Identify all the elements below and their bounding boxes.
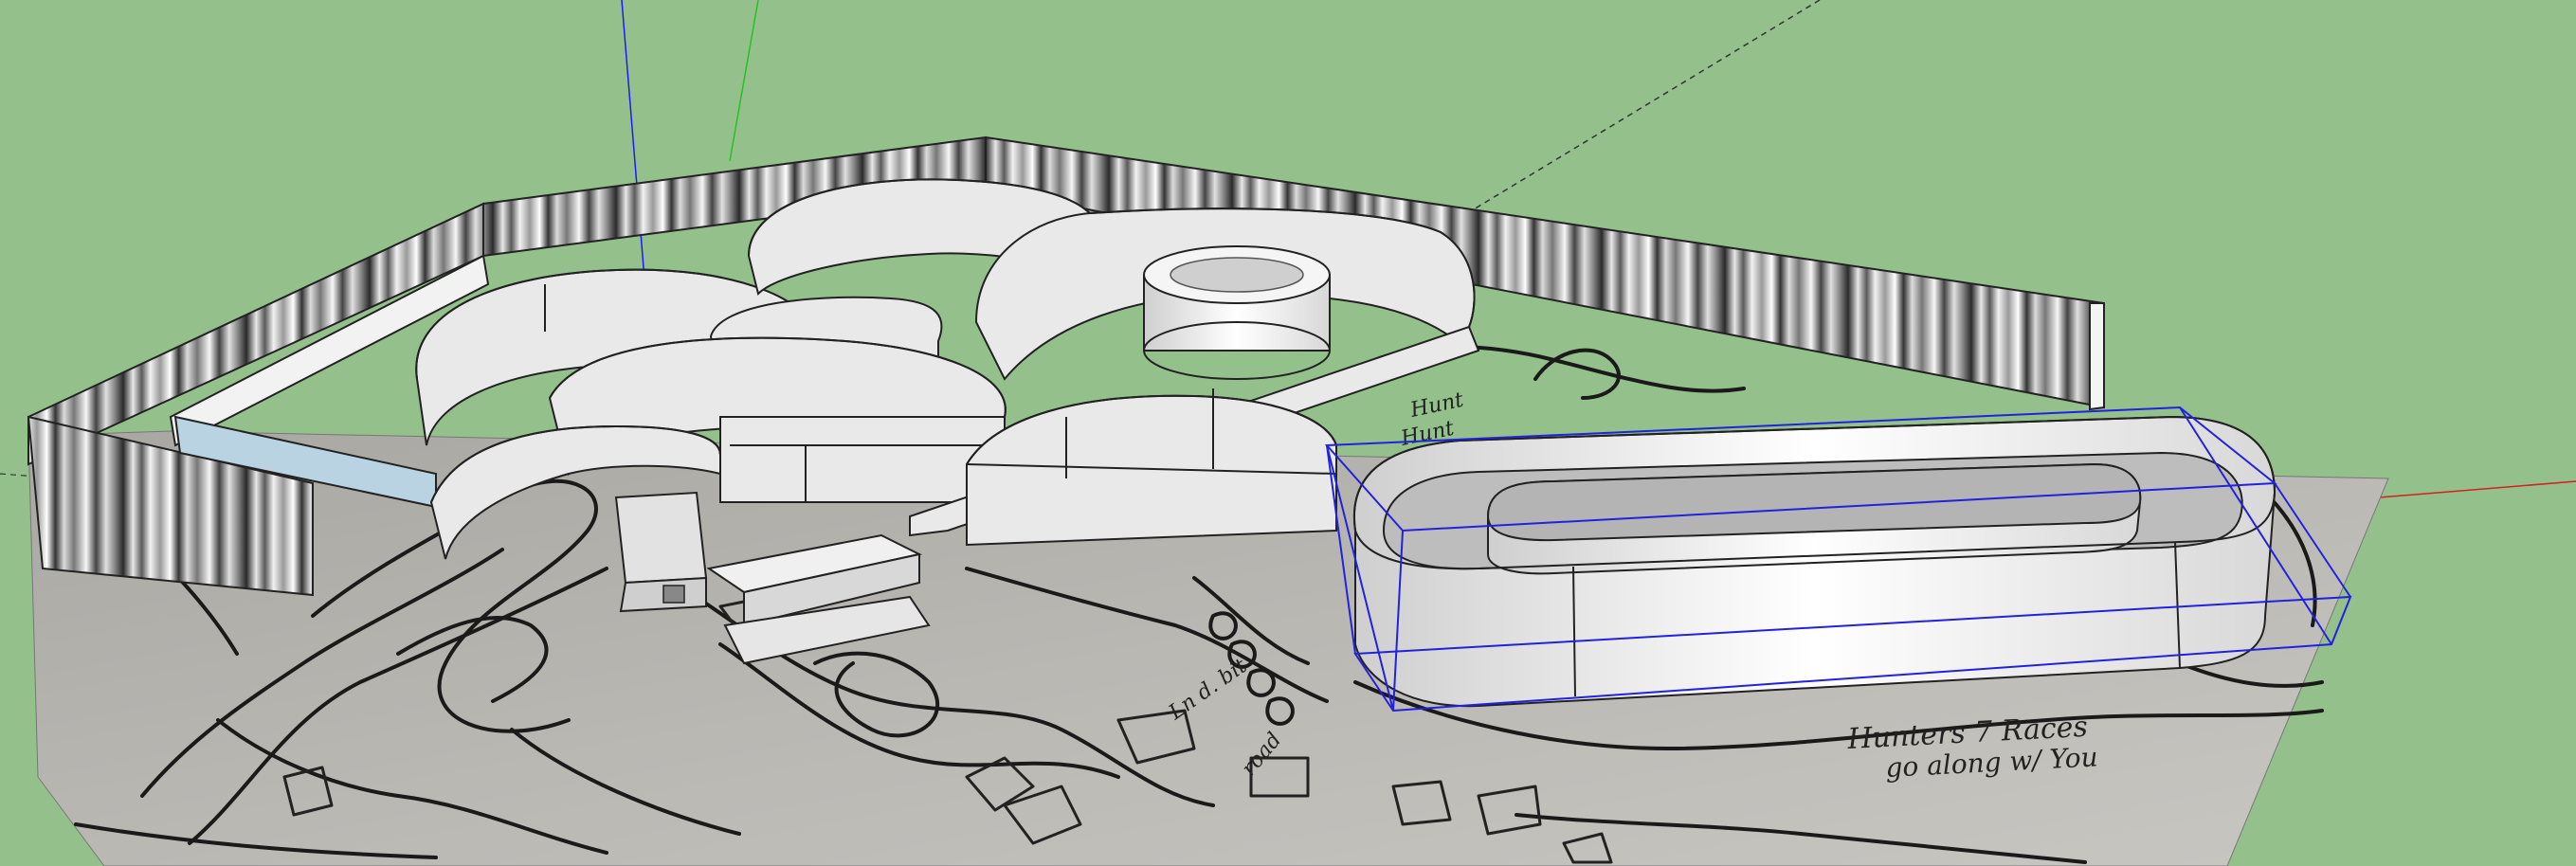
sketchup-model-viewport[interactable]: Hunters 7 Races go along w/ You Hunt Hun… bbox=[0, 0, 2576, 866]
green-axis-dashed bbox=[1459, 0, 1821, 219]
green-axis bbox=[729, 0, 759, 162]
sketch-label-a: Hunt bbox=[1407, 388, 1465, 423]
perimeter-wall-end-cap bbox=[2089, 302, 2105, 411]
straight-wall-middle bbox=[719, 416, 1006, 503]
cylinder-platform[interactable] bbox=[1143, 245, 1331, 380]
curved-wall-lower-right bbox=[966, 394, 1337, 547]
perimeter-wall-back-left bbox=[27, 202, 484, 466]
stair-block-left bbox=[614, 491, 708, 585]
racetrack-oval-selected[interactable] bbox=[1324, 406, 2352, 713]
